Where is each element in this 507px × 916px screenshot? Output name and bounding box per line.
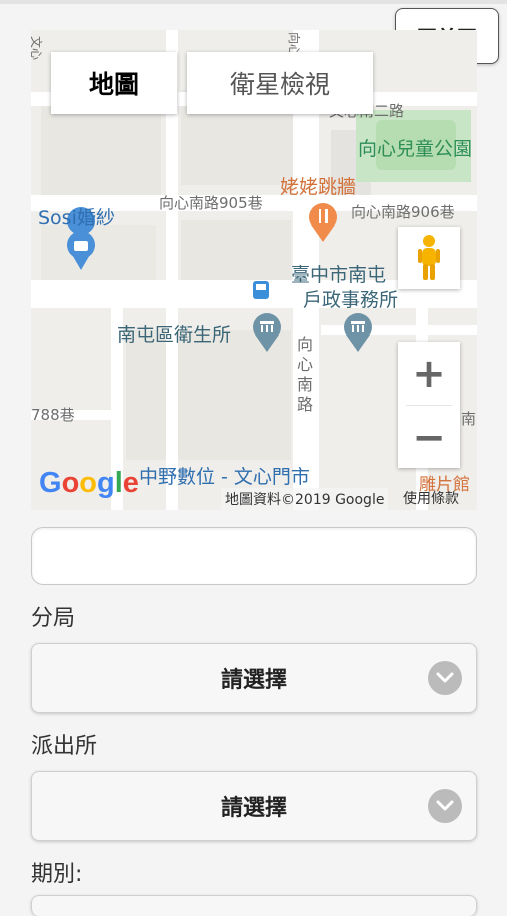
terms-link[interactable]: 使用條款	[403, 488, 459, 508]
road-label-lane-788: 788巷	[31, 406, 75, 424]
branch-select[interactable]: 請選擇	[31, 643, 477, 713]
poi-label-restaurant: 姥姥跳牆	[280, 176, 357, 198]
chevron-down-icon	[428, 789, 462, 823]
top-divider	[0, 0, 507, 4]
zoom-control: + −	[398, 342, 460, 468]
pegman-button[interactable]	[398, 227, 460, 289]
station-select[interactable]: 請選擇	[31, 771, 477, 841]
poi-label-health-center: 南屯區衛生所	[117, 324, 232, 346]
road-label-lane-905: 向心南路905巷	[159, 194, 263, 212]
tab-map[interactable]: 地圖	[51, 52, 177, 114]
period-select[interactable]	[31, 895, 477, 916]
tab-satellite[interactable]: 衛星檢視	[187, 52, 373, 114]
road-label-xinxin-south: 向心南路	[297, 335, 314, 414]
road-label-right: 南	[461, 410, 477, 428]
chevron-down-icon	[428, 661, 462, 695]
bus-stop-icon	[253, 281, 269, 299]
poi-label-household-office-line2: 戶政事務所	[303, 289, 399, 311]
road-label-lane-906: 向心南路906巷	[351, 203, 455, 221]
road-label-left-top: 文心	[31, 36, 43, 61]
zoom-in-button[interactable]: +	[398, 342, 460, 405]
poi-label-wedding: Sosi婚紗	[38, 207, 115, 229]
poi-label-zhongye: 中野數位 - 文心門市	[139, 466, 310, 488]
poi-label-children-park: 向心兒童公園	[358, 138, 473, 160]
period-label: 期別:	[31, 862, 83, 887]
map[interactable]: 文心 向心 文心南二路 向心兒童公園 姥姥跳牆 向心南路905巷 向心南路906…	[31, 30, 477, 510]
map-copyright: 地圖資料©2019 Google	[221, 488, 389, 510]
poi-label-household-office-line1: 臺中市南屯	[291, 264, 387, 286]
branch-label: 分局	[31, 606, 76, 631]
name-input[interactable]	[31, 527, 477, 585]
zoom-out-button[interactable]: −	[398, 406, 460, 469]
google-logo: Google	[39, 467, 139, 499]
station-selected-value: 請選擇	[220, 796, 287, 821]
pegman-icon	[418, 235, 440, 280]
station-label: 派出所	[31, 734, 98, 759]
branch-selected-value: 請選擇	[220, 668, 287, 693]
